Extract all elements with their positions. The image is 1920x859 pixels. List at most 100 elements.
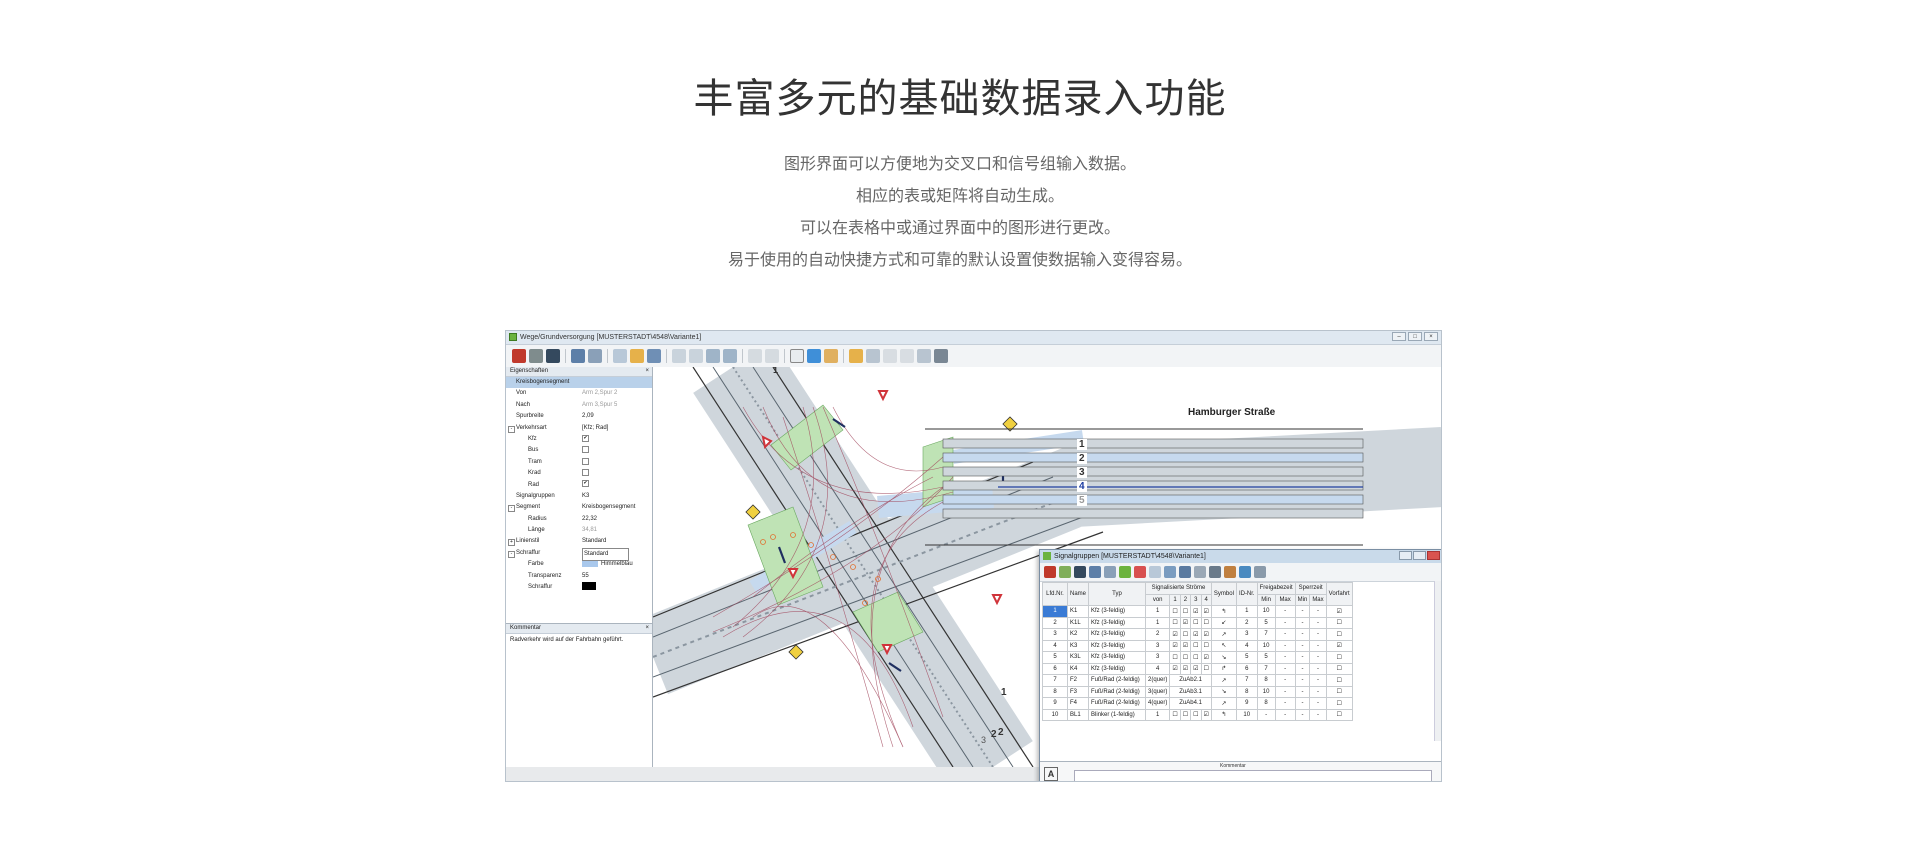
close-icon[interactable]: × [645, 624, 649, 633]
table-cell[interactable]: K1 [1066, 605, 1090, 618]
table-cell[interactable]: 4 [1042, 639, 1068, 652]
table-cell[interactable]: ↱ [1210, 662, 1237, 675]
table-cell[interactable]: - [1309, 662, 1327, 675]
dialog-minimize-button[interactable] [1399, 551, 1412, 560]
bus-checkbox[interactable] [582, 446, 589, 454]
table-cell[interactable]: 7 [1235, 674, 1258, 687]
table-cell[interactable]: 1 [1042, 605, 1068, 618]
table-cell[interactable]: ☑ [1169, 628, 1181, 641]
table-cell[interactable]: 3 [1145, 651, 1171, 664]
table-cell[interactable]: 5 [1235, 651, 1258, 664]
table-cell[interactable]: - [1294, 616, 1311, 629]
property-row[interactable]: Länge 34,81 [506, 525, 652, 536]
table-cell[interactable]: 8 [1256, 674, 1276, 687]
grid-icon[interactable] [1209, 566, 1221, 578]
table-cell[interactable]: 6 [1235, 662, 1258, 675]
table-cell[interactable]: ☑ [1179, 662, 1192, 675]
close-file-icon[interactable] [1044, 566, 1056, 578]
table-cell[interactable]: 10 [1256, 605, 1276, 618]
table-cell[interactable]: - [1309, 685, 1327, 698]
property-header[interactable]: Kreisbogensegment [506, 377, 652, 389]
table-cell[interactable]: - [1256, 708, 1276, 721]
table-cell[interactable]: ☑ [1325, 605, 1353, 618]
table-cell[interactable]: - [1294, 605, 1311, 618]
table-cell[interactable]: ZuAb2.1 [1169, 674, 1212, 687]
table-cell[interactable]: - [1309, 639, 1327, 652]
text-format-button[interactable]: A [1044, 767, 1058, 781]
table-cell[interactable]: 1 [1145, 616, 1171, 629]
table-cell[interactable]: ↗ [1210, 628, 1237, 641]
table-cell[interactable]: - [1309, 651, 1327, 664]
table-cell[interactable]: 7 [1042, 674, 1068, 687]
table-cell[interactable]: 1 [1145, 605, 1171, 618]
table-row[interactable]: 3 K2 Kfz (3-feldig) 2 ☑ ☐ ☑ ☑ ↗ 3 7- - - ☐ [1042, 628, 1353, 641]
property-row[interactable]: Von Arm 2,Spur 2 [506, 388, 652, 399]
table-cell[interactable]: 10 [1235, 708, 1258, 721]
table-row[interactable]: 9 F4 Fuß/Rad (2-feldig) 4(quer) ZuAb4.1 ↗ 9 8- -… [1042, 697, 1353, 710]
property-row[interactable]: - Verkehrsart [Kfz; Rad] [506, 423, 652, 434]
table-cell[interactable]: ↰ [1210, 605, 1237, 618]
table-cell[interactable]: Fuß/Rad (2-feldig) [1088, 685, 1147, 698]
property-row[interactable]: Schraffur [506, 582, 652, 593]
table-cell[interactable]: ☐ [1200, 662, 1212, 675]
table-cell[interactable]: - [1274, 651, 1296, 664]
table-cell[interactable]: ☐ [1169, 616, 1181, 629]
table-cell[interactable]: ☐ [1179, 708, 1192, 721]
table-cell[interactable]: - [1274, 639, 1296, 652]
table-row[interactable]: 10 BL1 Blinker (1-feldig) 1 ☐ ☐ ☐ ☑ ↰ 10- - - - ☐ [1042, 708, 1353, 721]
table-cell[interactable]: ☐ [1325, 662, 1353, 675]
rad-checkbox[interactable]: ✔ [582, 480, 589, 488]
table-cell[interactable]: - [1309, 616, 1327, 629]
table-cell[interactable]: 4 [1145, 662, 1171, 675]
property-row[interactable]: Rad ✔ [506, 480, 652, 491]
table-cell[interactable]: ☐ [1169, 708, 1181, 721]
table-cell[interactable]: ☐ [1200, 639, 1212, 652]
table-cell[interactable]: ☑ [1200, 651, 1212, 664]
table-cell[interactable]: - [1309, 628, 1327, 641]
table-cell[interactable]: 2(quer) [1145, 674, 1171, 687]
delete-row-icon[interactable] [1134, 566, 1146, 578]
table-cell[interactable]: 5 [1256, 651, 1276, 664]
print-icon[interactable] [1089, 566, 1101, 578]
table-cell[interactable]: ☐ [1325, 628, 1353, 641]
table-cell[interactable]: Kfz (3-feldig) [1088, 662, 1147, 675]
table-cell[interactable]: 2 [1235, 616, 1258, 629]
table-cell[interactable]: - [1294, 651, 1311, 664]
edit-icon[interactable] [883, 349, 897, 363]
property-row[interactable]: - Segment Kreisbogensegment [506, 502, 652, 513]
settings-icon[interactable] [588, 349, 602, 363]
page-icon[interactable] [672, 349, 686, 363]
table-cell[interactable]: Blinker (1-feldig) [1088, 708, 1147, 721]
table-cell[interactable]: 5 [1256, 616, 1276, 629]
table-cell[interactable]: 10 [1256, 685, 1276, 698]
table-cell[interactable]: ☑ [1190, 628, 1202, 641]
table-cell[interactable]: K1L [1066, 616, 1090, 629]
table-cell[interactable]: 3 [1235, 628, 1258, 641]
import-icon[interactable] [1239, 566, 1251, 578]
table-cell[interactable]: ☐ [1190, 708, 1202, 721]
property-row[interactable]: Krad [506, 468, 652, 479]
property-row[interactable]: Transparenz 55 [506, 571, 652, 582]
table-cell[interactable]: - [1294, 639, 1311, 652]
table-cell[interactable]: 9 [1042, 697, 1068, 710]
table-cell[interactable]: Fuß/Rad (2-feldig) [1088, 674, 1147, 687]
table-cell[interactable]: ↰ [1210, 708, 1237, 721]
table-cell[interactable]: ☐ [1169, 605, 1181, 618]
table-cell[interactable]: 4 [1235, 639, 1258, 652]
table-cell[interactable]: ↘ [1210, 651, 1237, 664]
property-row[interactable]: + Linienstil Standard [506, 536, 652, 547]
expand-icon[interactable]: + [508, 539, 515, 547]
table-cell[interactable]: ☐ [1190, 651, 1202, 664]
table-row[interactable]: 5 K3L Kfz (3-feldig) 3 ☐ ☐ ☐ ☑ ↘ 5 5- - - ☐ [1042, 651, 1353, 664]
table-cell[interactable]: - [1274, 674, 1296, 687]
table-cell[interactable]: ☐ [1179, 651, 1192, 664]
table-cell[interactable]: ☑ [1190, 662, 1202, 675]
table-cell[interactable]: 7 [1256, 628, 1276, 641]
dialog-maximize-button[interactable] [1413, 551, 1426, 560]
table-cell[interactable]: 1 [1235, 605, 1258, 618]
redo-icon[interactable] [765, 349, 779, 363]
table-cell[interactable]: 1 [1145, 708, 1171, 721]
table-cell[interactable]: ↙ [1210, 616, 1237, 629]
tram-checkbox[interactable] [582, 457, 589, 465]
zoom-in-icon[interactable] [706, 349, 720, 363]
